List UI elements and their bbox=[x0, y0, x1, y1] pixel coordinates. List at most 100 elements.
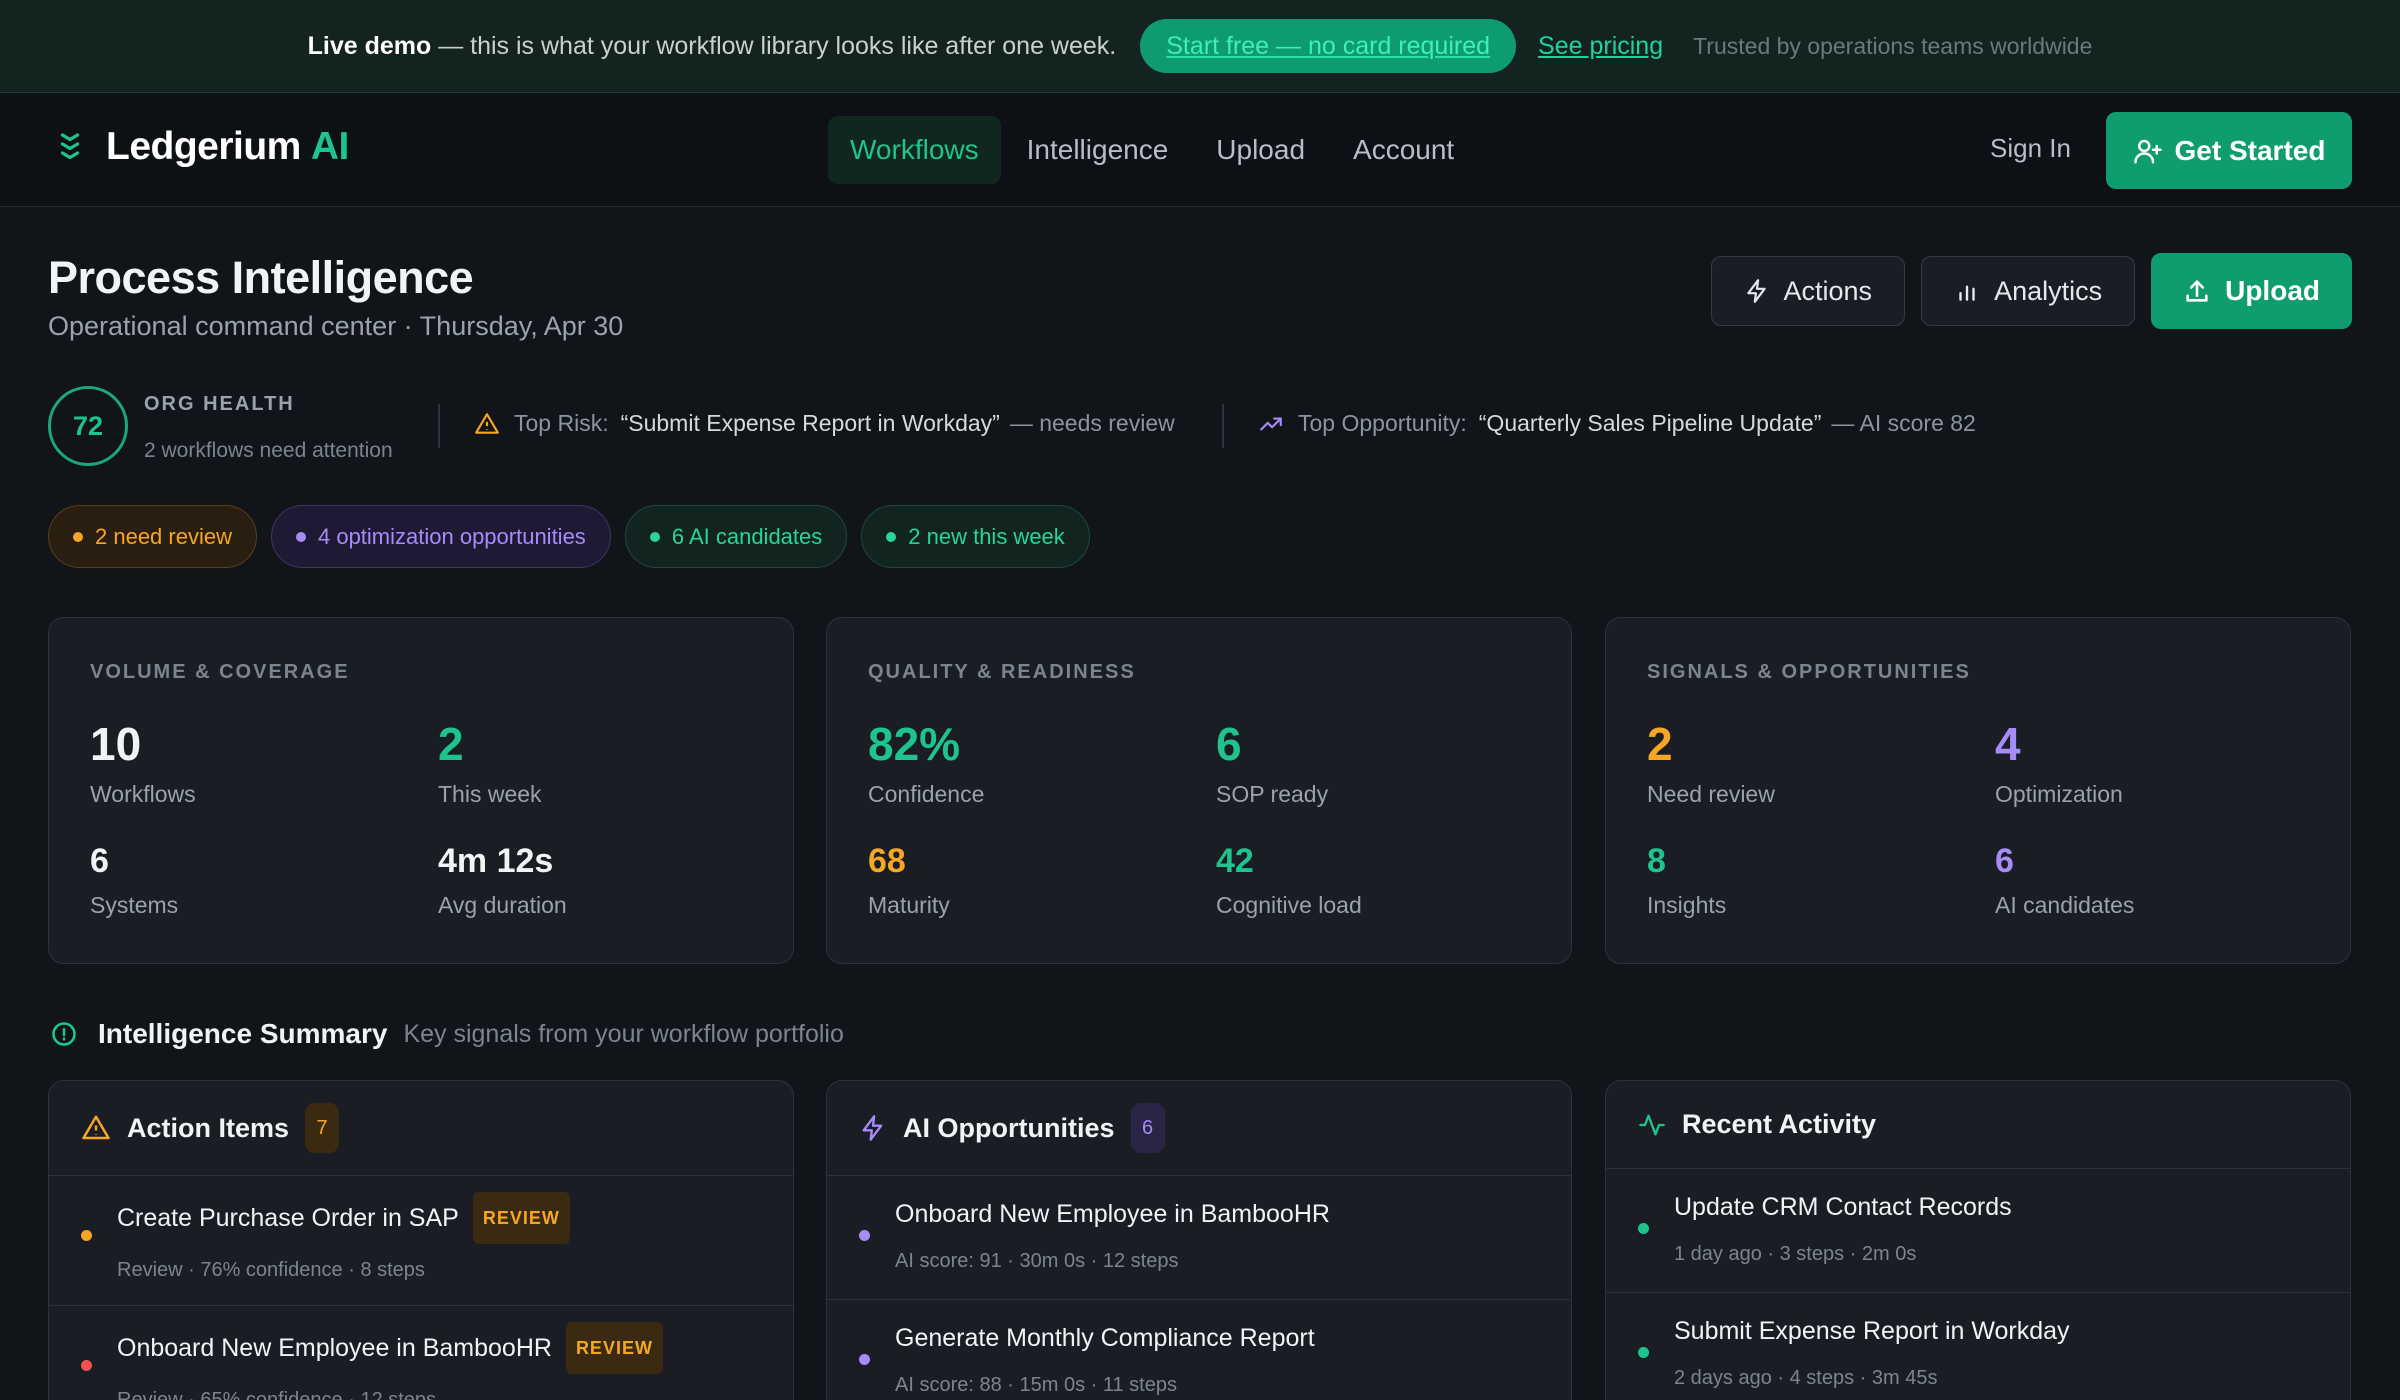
item-title: Onboard New Employee in BambooHR bbox=[117, 1333, 552, 1362]
page-title: Process Intelligence bbox=[48, 252, 474, 303]
bar-chart-icon bbox=[1959, 285, 1975, 301]
top-opportunity[interactable]: Top Opportunity: “Quarterly Sales Pipeli… bbox=[1258, 410, 1976, 437]
recent-activity-panel: Recent Activity Update CRM Contact Recor… bbox=[1605, 1080, 2351, 1400]
item-title-row: Onboard New Employee in BambooHR REVIEW bbox=[117, 1322, 663, 1374]
metric-label: Systems bbox=[90, 892, 179, 918]
status-dot bbox=[859, 1230, 870, 1241]
metric-label: AI candidates bbox=[1995, 892, 2135, 918]
metric-value: 8 bbox=[1647, 842, 1666, 880]
nav-workflows[interactable]: Workflows bbox=[828, 116, 1001, 184]
top-risk[interactable]: Top Risk: “Submit Expense Report in Work… bbox=[474, 410, 1175, 437]
metric-insights: 8 Insights bbox=[1647, 844, 1726, 919]
activity-icon bbox=[1639, 1114, 1665, 1135]
alert-circle-icon bbox=[52, 1022, 76, 1046]
start-free-label: Start free — no card required bbox=[1166, 31, 1491, 60]
chip-label: 2 need review bbox=[95, 523, 232, 549]
metric-workflows: 10 Workflows bbox=[90, 721, 196, 808]
metric-avg-duration: 4m 12s Avg duration bbox=[438, 844, 567, 919]
metric-value: 6 bbox=[1995, 842, 2014, 880]
list-item[interactable]: Onboard New Employee in BambooHR REVIEW … bbox=[49, 1306, 793, 1400]
metric-label: Maturity bbox=[868, 892, 950, 918]
action-items-panel: Action Items 7 Create Purchase Order in … bbox=[48, 1080, 794, 1400]
intelligence-summary-subtitle: Key signals from your workflow portfolio bbox=[403, 1019, 844, 1048]
get-started-button[interactable]: Get Started bbox=[2106, 112, 2352, 189]
banner-lead: Live demo bbox=[307, 31, 432, 60]
layers-logo-icon bbox=[60, 133, 80, 160]
upload-icon bbox=[2186, 280, 2208, 302]
trending-up-icon bbox=[1260, 417, 1282, 430]
metric-value: 2 bbox=[438, 718, 464, 770]
page-subtitle: Operational command center · Thursday, A… bbox=[48, 311, 624, 341]
upload-label: Upload bbox=[2225, 275, 2320, 306]
top-risk-name: “Submit Expense Report in Workday” bbox=[620, 410, 1000, 436]
chip-label: 2 new this week bbox=[908, 523, 1065, 549]
status-dot bbox=[81, 1360, 92, 1371]
see-pricing-link[interactable]: See pricing bbox=[1538, 32, 1663, 61]
chip-ai-candidates[interactable]: 6 AI candidates bbox=[624, 505, 848, 568]
user-plus-icon bbox=[2133, 139, 2162, 163]
list-item[interactable]: Submit Expense Report in Workday 2 days … bbox=[1606, 1293, 2350, 1400]
intelligence-summary-title: Intelligence Summary bbox=[98, 1018, 388, 1049]
actions-button[interactable]: Actions bbox=[1710, 256, 1906, 326]
metric-optimization: 4 Optimization bbox=[1995, 721, 2123, 808]
metric-label: Cognitive load bbox=[1216, 892, 1362, 918]
metric-label: Need review bbox=[1647, 781, 1775, 807]
banner-description: — this is what your workflow library loo… bbox=[431, 31, 1117, 60]
metric-value: 10 bbox=[90, 718, 142, 770]
logo-accent: AI bbox=[310, 125, 350, 168]
divider bbox=[438, 404, 440, 448]
metric-value: 2 bbox=[1647, 718, 1673, 770]
panel-header: AI Opportunities 6 bbox=[827, 1081, 1571, 1176]
logo-name: Ledgerium bbox=[106, 125, 301, 168]
item-meta: Review · 65% confidence · 12 steps bbox=[117, 1389, 437, 1400]
top-header: Ledgerium AI Workflows Intelligence Uplo… bbox=[0, 93, 2400, 207]
metric-label: SOP ready bbox=[1216, 781, 1329, 807]
warning-icon bbox=[475, 412, 499, 434]
count-badge: 7 bbox=[305, 1103, 340, 1153]
metric-maturity: 68 Maturity bbox=[868, 844, 950, 919]
warning-icon bbox=[82, 1115, 110, 1140]
start-free-button[interactable]: Start free — no card required bbox=[1140, 19, 1517, 73]
panel-title: Action Items bbox=[127, 1112, 290, 1143]
metric-label: This week bbox=[438, 781, 542, 807]
chip-new-this-week[interactable]: 2 new this week bbox=[861, 505, 1090, 568]
nav-upload[interactable]: Upload bbox=[1194, 116, 1327, 184]
org-health-label: ORG HEALTH bbox=[144, 393, 295, 415]
list-item[interactable]: Generate Monthly Compliance Report AI sc… bbox=[827, 1300, 1571, 1400]
signals-opportunities-card: SIGNALS & OPPORTUNITIES 2 Need review 4 … bbox=[1605, 617, 2351, 964]
top-opportunity-name: “Quarterly Sales Pipeline Update” bbox=[1478, 410, 1822, 436]
top-risk-note: — needs review bbox=[1009, 410, 1175, 436]
upload-button[interactable]: Upload bbox=[2151, 253, 2352, 329]
nav-intelligence[interactable]: Intelligence bbox=[1005, 116, 1191, 184]
panel-title: Recent Activity bbox=[1682, 1109, 1877, 1139]
analytics-button[interactable]: Analytics bbox=[1921, 256, 2136, 326]
top-opportunity-note: — AI score 82 bbox=[1831, 410, 1976, 436]
item-title: Create Purchase Order in SAP bbox=[117, 1203, 459, 1232]
demo-banner: Live demo — this is what your workflow l… bbox=[0, 0, 2400, 93]
status-dot bbox=[859, 1354, 870, 1365]
metric-value: 4 bbox=[1995, 718, 2021, 770]
item-title: Submit Expense Report in Workday bbox=[1674, 1317, 2070, 1345]
metric-confidence: 82% Confidence bbox=[868, 721, 984, 808]
metric-cognitive-load: 42 Cognitive load bbox=[1216, 844, 1362, 919]
list-item[interactable]: Create Purchase Order in SAP REVIEW Revi… bbox=[49, 1176, 793, 1306]
chip-need-review[interactable]: 2 need review bbox=[48, 505, 257, 568]
org-health-sub: 2 workflows need attention bbox=[144, 439, 393, 462]
list-item[interactable]: Onboard New Employee in BambooHR AI scor… bbox=[827, 1176, 1571, 1300]
logo[interactable]: Ledgerium AI bbox=[52, 125, 349, 169]
chip-optimization[interactable]: 4 optimization opportunities bbox=[270, 505, 611, 568]
metric-label: Workflows bbox=[90, 781, 196, 807]
metric-label: Avg duration bbox=[438, 892, 567, 918]
sign-in-link[interactable]: Sign In bbox=[1990, 133, 2071, 164]
card-title: QUALITY & READINESS bbox=[868, 661, 1136, 683]
status-dot bbox=[1638, 1347, 1649, 1358]
nav-account[interactable]: Account bbox=[1331, 116, 1476, 184]
metric-value: 6 bbox=[90, 842, 109, 880]
metric-value: 4m 12s bbox=[438, 842, 554, 880]
review-tag: REVIEW bbox=[472, 1192, 570, 1244]
actions-label: Actions bbox=[1783, 275, 1873, 306]
review-tag: REVIEW bbox=[565, 1322, 663, 1374]
analytics-label: Analytics bbox=[1994, 275, 2103, 306]
list-item[interactable]: Update CRM Contact Records 1 day ago · 3… bbox=[1606, 1169, 2350, 1293]
bolt-icon bbox=[1746, 279, 1766, 303]
